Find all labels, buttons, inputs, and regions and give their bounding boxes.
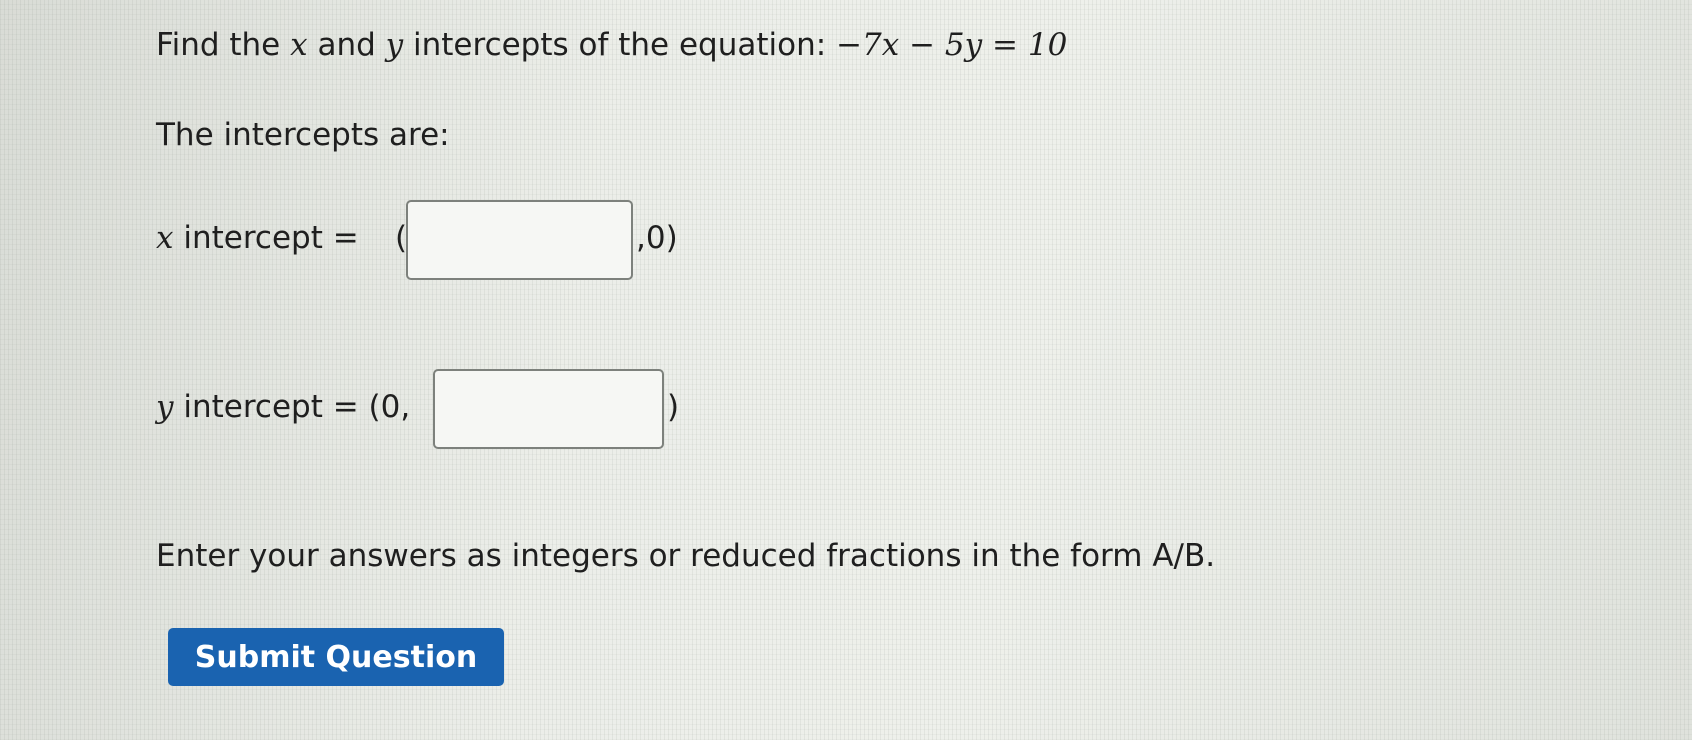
question-text: Find the x and y intercepts of the equat… bbox=[156, 30, 1067, 61]
x-intercept-input[interactable] bbox=[406, 200, 633, 280]
y-intercept-label-text: intercept = (0, bbox=[183, 389, 411, 425]
instructions-text: Enter your answers as integers or reduce… bbox=[156, 538, 1216, 574]
intercepts-heading: The intercepts are: bbox=[156, 117, 450, 153]
y-intercept-input[interactable] bbox=[433, 369, 664, 449]
y-variable: y bbox=[385, 27, 404, 63]
x-intercept-label: x intercept = bbox=[156, 223, 359, 254]
question-prefix: Find the bbox=[156, 27, 281, 63]
y-close-paren: ) bbox=[667, 389, 680, 425]
x-intercept-label-text: intercept = bbox=[183, 220, 359, 256]
x-variable: x bbox=[290, 27, 308, 63]
question-and: and bbox=[317, 27, 376, 63]
y-intercept-var: y bbox=[156, 389, 174, 425]
submit-question-button[interactable]: Submit Question bbox=[168, 628, 504, 686]
x-close-text: ,0) bbox=[636, 220, 678, 256]
y-intercept-label: y intercept = (0, bbox=[156, 392, 410, 423]
x-intercept-var: x bbox=[156, 220, 174, 256]
equation: −7x − 5y = 10 bbox=[836, 27, 1068, 63]
question-suffix: intercepts of the equation: bbox=[413, 27, 827, 63]
